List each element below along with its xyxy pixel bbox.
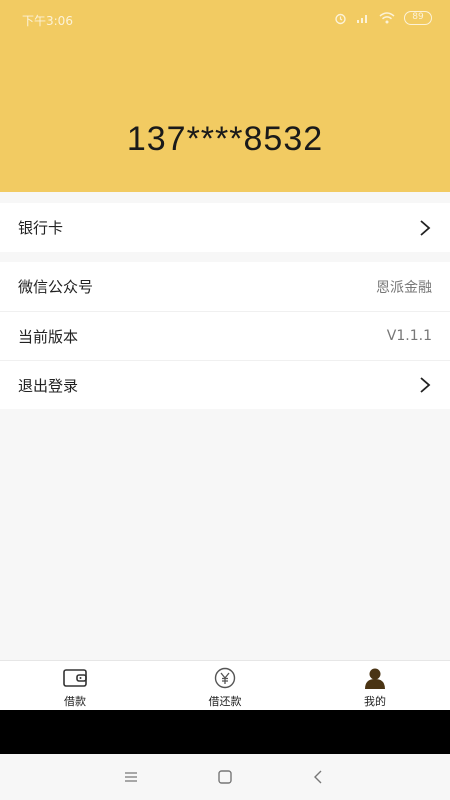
status-bar: 下午3:06 89 xyxy=(0,0,450,40)
logout-row[interactable]: 退出登录 xyxy=(0,360,450,409)
yen-circle-icon xyxy=(214,667,236,689)
signal-icon xyxy=(357,15,367,23)
wallet-icon xyxy=(63,669,87,687)
bank-group: 银行卡 xyxy=(0,203,450,252)
status-icons: 89 xyxy=(334,11,432,25)
user-phone: 137****8532 xyxy=(126,120,324,158)
version-label: 当前版本 xyxy=(18,327,79,346)
wechat-label: 微信公众号 xyxy=(18,278,94,296)
wechat-row[interactable]: 微信公众号 恩派金融 xyxy=(0,262,450,311)
back-icon[interactable] xyxy=(311,769,327,785)
tab-borrow-label: 借款 xyxy=(64,695,86,708)
version-value: V1.1.1 xyxy=(386,328,432,344)
info-group: 微信公众号 恩派金融 当前版本 V1.1.1 退出登录 xyxy=(0,262,450,409)
tab-repay-label: 借还款 xyxy=(208,695,242,708)
logout-label: 退出登录 xyxy=(18,376,79,395)
bank-card-label: 银行卡 xyxy=(18,219,64,237)
bank-card-row[interactable]: 银行卡 xyxy=(0,203,450,252)
menu-icon[interactable] xyxy=(123,769,139,785)
person-icon xyxy=(365,668,385,689)
tab-borrow[interactable]: 借款 xyxy=(0,661,150,710)
chevron-right-icon xyxy=(420,377,431,393)
black-band xyxy=(0,710,450,754)
tab-mine[interactable]: 我的 xyxy=(300,661,450,710)
chevron-right-icon xyxy=(420,219,431,236)
battery-icon: 89 xyxy=(404,11,432,25)
status-time: 下午3:06 xyxy=(22,14,73,28)
wifi-icon xyxy=(379,12,395,24)
system-nav-bar xyxy=(0,754,450,800)
profile-header: 下午3:06 89 137****8532 xyxy=(0,0,450,192)
wechat-value: 恩派金融 xyxy=(376,279,432,296)
alarm-icon xyxy=(335,13,346,24)
tab-repay[interactable]: 借还款 xyxy=(150,661,300,710)
version-row: 当前版本 V1.1.1 xyxy=(0,311,450,360)
home-icon[interactable] xyxy=(217,769,233,785)
tab-mine-label: 我的 xyxy=(364,695,386,708)
bottom-tab-bar: 借款 借还款 我的 xyxy=(0,660,450,710)
